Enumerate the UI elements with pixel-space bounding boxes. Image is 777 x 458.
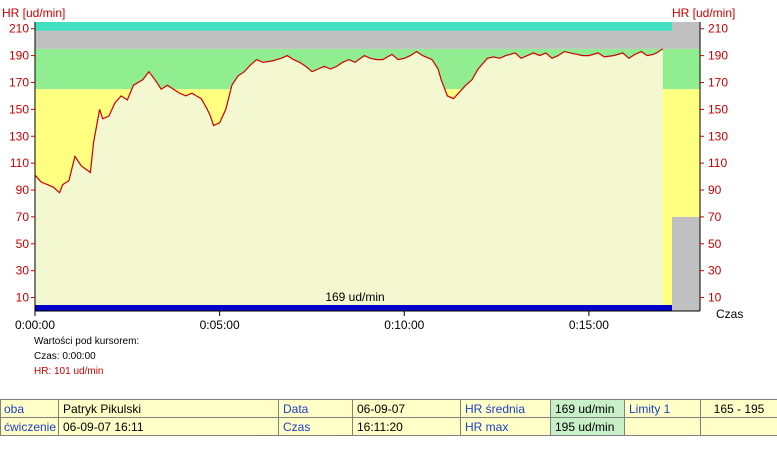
y-axis-label-right: HR [ud/min] <box>672 6 735 20</box>
y-tick-label-left: 90 <box>16 183 30 197</box>
y-axis-label-left: HR [ud/min] <box>2 6 65 20</box>
y-tick-label-left: 70 <box>16 210 30 224</box>
x-tick-label: 0:10:00 <box>384 318 424 332</box>
hr-max-label: HR max <box>460 417 551 436</box>
average-band <box>35 305 672 311</box>
average-band-label: 169 ud/min <box>325 290 384 304</box>
y-tick-label-right: 10 <box>708 291 722 305</box>
y-tick-label-left: 50 <box>16 237 30 251</box>
empty-cell-2 <box>700 417 777 436</box>
exercise-value: 06-09-07 16:11 <box>58 417 279 436</box>
stats-row-1: oba Patryk Pikulski Data 06-09-07 HR śre… <box>0 399 777 418</box>
y-tick-label-right: 210 <box>708 22 728 36</box>
hr-chart: 10 10 30 30 50 50 70 70 90 90 110 110 130 130 150 150 17… <box>2 6 743 332</box>
y-tick-label-right: 170 <box>708 75 728 89</box>
end-strip-gray-bottom <box>672 216 700 311</box>
y-tick-label-left: 210 <box>9 22 29 36</box>
y-tick-label-right: 30 <box>708 264 722 278</box>
end-strip-yellow <box>672 89 700 217</box>
date-label: Data <box>278 399 353 418</box>
athlete-label: oba <box>0 399 59 418</box>
y-tick-label-right: 150 <box>708 102 728 116</box>
stats-row-2: ćwiczenie 06-09-07 16:11 Czas 16:11:20 H… <box>0 417 777 436</box>
hr-avg-value: 169 ud/min <box>550 399 625 418</box>
y-tick-label-right: 130 <box>708 129 728 143</box>
y-tick-label-left: 10 <box>16 291 30 305</box>
y-tick-label-left: 150 <box>9 102 29 116</box>
y-tick-label-left: 190 <box>9 49 29 63</box>
y-tick-label-right: 110 <box>708 156 727 170</box>
stats-table: oba Patryk Pikulski Data 06-09-07 HR śre… <box>0 399 777 436</box>
zone-top-strip <box>35 22 672 31</box>
empty-cell-1 <box>624 417 701 436</box>
y-tick-label-right: 50 <box>708 237 722 251</box>
time-value: 16:11:20 <box>352 417 461 436</box>
end-strip-green <box>672 48 700 90</box>
end-strip-gray-top <box>672 22 700 49</box>
y-tick-label-right: 70 <box>708 210 722 224</box>
hr-avg-label: HR średnia <box>460 399 551 418</box>
exercise-label: ćwiczenie <box>0 417 59 436</box>
x-tick-label: 0:15:00 <box>569 318 609 332</box>
hr-max-value: 195 ud/min <box>550 417 625 436</box>
y-tick-label-right: 90 <box>708 183 722 197</box>
y-tick-label-right: 190 <box>708 49 728 63</box>
y-tick-label-left: 130 <box>9 129 29 143</box>
x-tick-label: 0:00:00 <box>15 318 55 332</box>
cursor-values-title: Wartości pod kursorem: <box>34 336 140 347</box>
date-value: 06-09-07 <box>352 399 461 418</box>
x-tick-label: 0:05:00 <box>200 318 240 332</box>
time-label: Czas <box>278 417 353 436</box>
y-tick-label-left: 30 <box>16 264 30 278</box>
x-axis-label: Czas <box>716 307 743 321</box>
y-tick-label-left: 170 <box>9 75 29 89</box>
cursor-values-panel: Wartości pod kursorem: Czas: 0:00:00 HR:… <box>34 334 139 379</box>
y-tick-label-left: 110 <box>10 156 29 170</box>
limits-label: Limity 1 <box>624 399 701 418</box>
limits-value: 165 - 195 <box>700 399 777 418</box>
cursor-time: Czas: 0:00:00 <box>34 351 96 362</box>
athlete-value: Patryk Pikulski <box>58 399 279 418</box>
cursor-hr: HR: 101 ud/min <box>34 366 104 377</box>
